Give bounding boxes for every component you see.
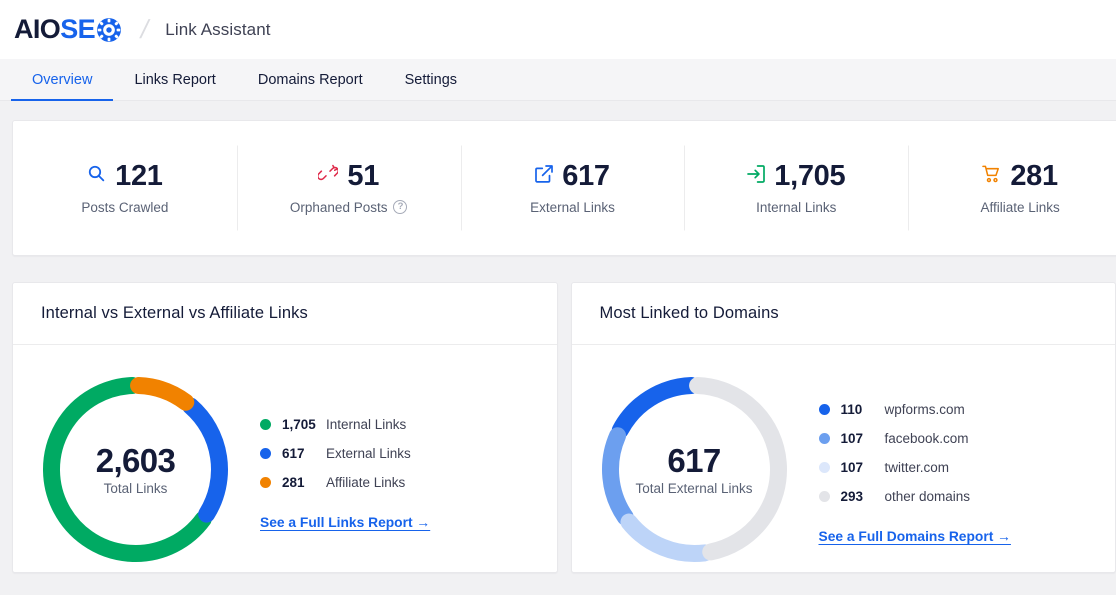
charts-row: Internal vs External vs Affiliate Links … [12, 282, 1116, 573]
stat-label-text: Internal Links [756, 199, 837, 215]
full-links-report-link[interactable]: See a Full Links Report → [260, 515, 430, 530]
stat-label: External Links [530, 200, 615, 215]
stat-value: 617 [562, 159, 610, 192]
stat-internal-links: 1,705 Internal Links [684, 159, 908, 215]
stat-value-row: 1,705 [747, 159, 846, 192]
legend-item: 617 External Links [260, 439, 430, 468]
stat-label: Orphaned Posts ? [290, 200, 408, 215]
legend-value: 1,705 [282, 416, 316, 432]
legend-value: 281 [282, 474, 305, 490]
card-header: Most Linked to Domains [571, 283, 1115, 345]
legend-color-dot [260, 418, 271, 430]
logo-text-aio: AIO [14, 14, 61, 44]
legend-item: 281 Affiliate Links [260, 468, 430, 497]
legend-value: 293 [840, 489, 864, 504]
legend-color-dot [818, 491, 830, 502]
legend-color-dot [818, 433, 830, 444]
legend-item: 293 other domains [818, 482, 1011, 511]
stat-label-text: Orphaned Posts [289, 199, 388, 215]
legend-label: twitter.com [884, 460, 950, 475]
stat-label-text: External Links [530, 199, 615, 215]
legend-item: 107 twitter.com [818, 453, 1011, 482]
tab-bar: Overview Links Report Domains Report Set… [0, 59, 1116, 101]
breadcrumb-separator: / [137, 14, 152, 44]
card-header: Internal vs External vs Affiliate Links [13, 283, 557, 345]
stat-value-row: 281 [982, 159, 1058, 192]
legend-value: 110 [840, 402, 863, 417]
most-linked-domains-card: Most Linked to Domains 617 Total Externa… [570, 282, 1116, 573]
stat-value-row: 617 [535, 159, 610, 192]
donut-segment [611, 377, 700, 439]
help-icon[interactable]: ? [393, 200, 408, 214]
tab-overview[interactable]: Overview [11, 59, 114, 101]
donut-segment [182, 397, 228, 523]
stat-orphaned-posts: 51 Orphaned Posts ? [237, 159, 461, 215]
stats-summary-card: 121 Posts Crawled 51 Orphaned Posts ? 61… [12, 120, 1116, 256]
donut-segment [619, 513, 713, 562]
page-title: Link Assistant [165, 19, 271, 39]
stat-label: Affiliate Links [980, 200, 1059, 215]
links-donut-chart: 2,603 Total Links [33, 367, 238, 572]
tab-domains-report[interactable]: Domains Report [237, 59, 384, 100]
legend-label: wpforms.com [884, 402, 965, 417]
card-title: Most Linked to Domains [599, 304, 779, 322]
stat-label-text: Posts Crawled [81, 199, 169, 215]
legend-label: other domains [884, 489, 971, 504]
links-breakdown-card: Internal vs External vs Affiliate Links … [12, 282, 558, 573]
legend-label: facebook.com [884, 431, 969, 446]
tab-settings[interactable]: Settings [384, 59, 478, 100]
donut-segment [688, 377, 787, 561]
external-link-icon [535, 164, 554, 188]
donut-segment [601, 427, 634, 526]
stat-external-links: 617 External Links [461, 159, 685, 215]
legend-color-dot [260, 476, 271, 488]
stat-value-row: 121 [87, 159, 163, 192]
card-body: 2,603 Total Links 1,705 Internal Links 6… [13, 345, 557, 572]
card-body: 617 Total External Links 110 wpforms.com… [572, 345, 1116, 572]
app-header: AIO SE / Link Assistant [0, 0, 1116, 59]
legend-label: Affiliate Links [326, 474, 406, 490]
legend-value: 107 [840, 431, 864, 446]
legend-item: 107 facebook.com [818, 424, 1011, 453]
legend-color-dot [818, 462, 830, 473]
legend-value: 617 [282, 445, 305, 461]
donut-segment [130, 377, 195, 411]
domains-legend: 110 wpforms.com 107 facebook.com 107 twi… [818, 393, 1011, 546]
legend-color-dot [260, 447, 271, 459]
stat-posts-crawled: 121 Posts Crawled [13, 159, 237, 215]
legend-label: Internal Links [326, 416, 407, 432]
legend-label: External Links [326, 445, 411, 461]
search-icon [87, 164, 106, 188]
tab-links-report[interactable]: Links Report [113, 59, 236, 100]
legend-item: 1,705 Internal Links [260, 410, 430, 439]
gear-o-icon [96, 17, 122, 43]
stat-value: 281 [1010, 159, 1058, 192]
stat-value: 1,705 [774, 159, 846, 192]
full-domains-report-link[interactable]: See a Full Domains Report → [819, 529, 1011, 544]
stat-affiliate-links: 281 Affiliate Links [908, 159, 1116, 215]
aioseo-logo[interactable]: AIO SE [14, 14, 122, 45]
legend-value: 107 [840, 460, 864, 475]
donut-segment [43, 377, 212, 562]
stat-label: Posts Crawled [81, 200, 168, 215]
internal-link-icon [747, 164, 766, 188]
legend-color-dot [818, 404, 830, 415]
broken-link-icon [317, 164, 340, 188]
card-title: Internal vs External vs Affiliate Links [41, 304, 308, 322]
links-legend: 1,705 Internal Links 617 External Links … [260, 408, 430, 532]
stat-label: Internal Links [756, 200, 836, 215]
stat-label-text: Affiliate Links [980, 199, 1060, 215]
cart-icon [982, 165, 1001, 188]
legend-item: 110 wpforms.com [818, 395, 1011, 424]
logo-text-seo: SE [60, 14, 96, 44]
stat-value: 121 [115, 159, 163, 192]
domains-donut-chart: 617 Total External Links [592, 367, 797, 572]
stat-value: 51 [347, 159, 380, 192]
stat-value-row: 51 [317, 159, 380, 192]
